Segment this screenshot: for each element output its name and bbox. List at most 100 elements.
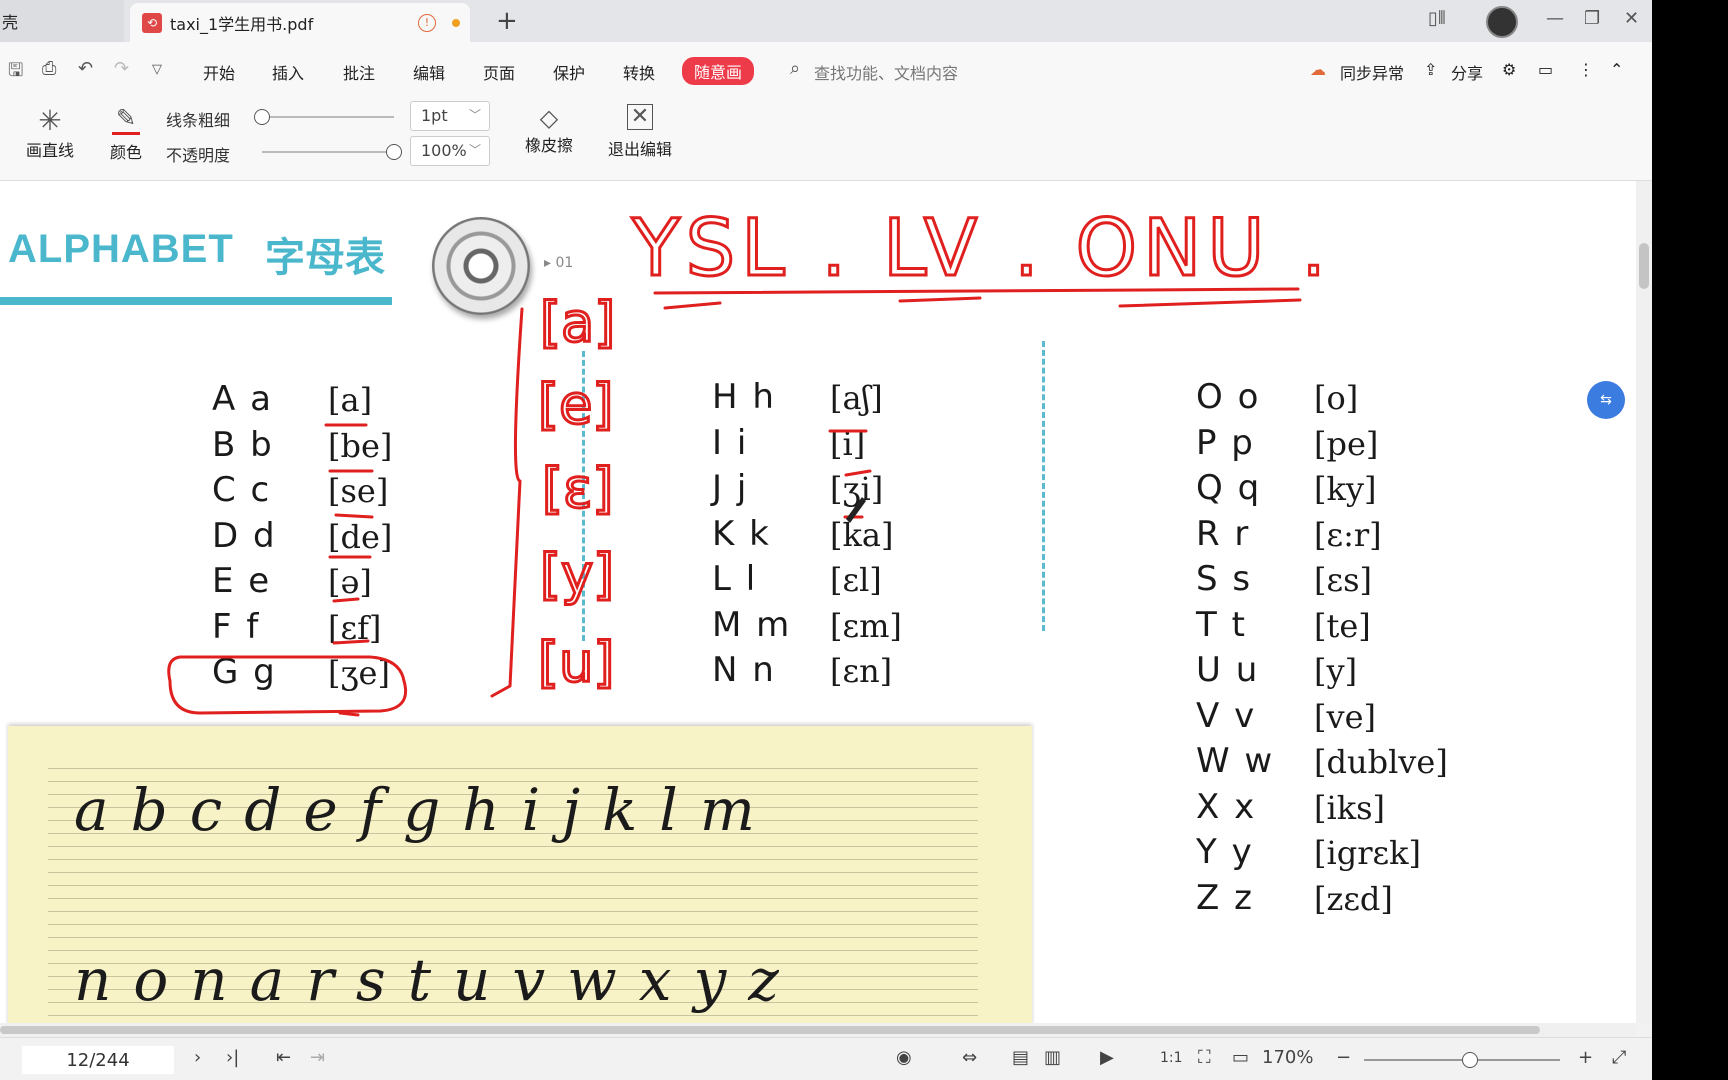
circle-gg-stroke: [167, 655, 407, 715]
pdf-file-icon: ⟲: [142, 12, 162, 33]
draw-line-label: 画直线: [25, 141, 74, 160]
menu-insert[interactable]: 插入: [272, 60, 304, 84]
underline-stroke: [332, 639, 370, 645]
menu-edit[interactable]: 编辑: [413, 60, 445, 84]
share-button[interactable]: 分享: [1451, 60, 1483, 84]
close-box-icon: ✕: [627, 104, 653, 130]
color-label: 颜色: [109, 143, 142, 162]
single-page-icon[interactable]: ▤: [1012, 1047, 1029, 1068]
line-thickness-slider[interactable]: [254, 109, 394, 125]
document-page[interactable]: ALPHABET 字母表 ▸ 01 A a [a] B b [be] C c [se] D …: [0, 181, 1636, 1023]
new-tab-button[interactable]: +: [496, 6, 518, 36]
share-icon: ⇪: [1424, 60, 1438, 79]
more-icon[interactable]: ⋮: [1578, 60, 1594, 79]
ribbon-freehand: ✳ 画直线 ✎ 颜色 线条粗细 不透明度 1pt ﹀ 100% ﹀ ◇ 橡皮擦 ✕ …: [0, 98, 1652, 181]
screen-icon[interactable]: ▭: [1232, 1047, 1249, 1068]
opacity-select[interactable]: 100% ﹀: [410, 136, 490, 166]
handwriting-vowel: [ɛ]: [542, 457, 613, 520]
underline-stroke: [898, 296, 982, 303]
underline-stroke: [332, 597, 360, 603]
draw-line-button[interactable]: ✳ 画直线: [20, 104, 80, 161]
exit-edit-label: 退出编辑: [607, 140, 672, 159]
tab-bar: 壳 ⟲ taxi_1学生用书.pdf ! + ▯⦀ — ❐ ✕: [0, 0, 1652, 42]
underline-stroke: [338, 711, 360, 717]
exit-edit-button[interactable]: ✕ 退出编辑: [604, 104, 676, 160]
status-bar: 12/244 › ›| ⇤ ⇥ ◉ ⇔ ▤ ▥ ▶ 1:1 ⛶ ▭ 170% −…: [0, 1037, 1652, 1080]
opacity-slider[interactable]: [262, 144, 402, 160]
tab-active-document[interactable]: ⟲ taxi_1学生用书.pdf !: [130, 3, 470, 42]
screen-edge: [1652, 0, 1728, 1080]
menu-annotate[interactable]: 批注: [343, 60, 375, 84]
underline-stroke: [663, 301, 722, 310]
vertical-scroll-thumb[interactable]: [1639, 243, 1649, 289]
menu-freehand[interactable]: 随意画: [682, 57, 755, 85]
last-page-icon[interactable]: ›|: [226, 1047, 239, 1068]
zoom-out-icon[interactable]: −: [1336, 1047, 1351, 1068]
underline-stroke: [334, 513, 374, 519]
menu-protect[interactable]: 保护: [553, 60, 585, 84]
prev-view-icon[interactable]: ⇤: [276, 1047, 291, 1068]
line-thickness-select[interactable]: 1pt ﹀: [410, 101, 490, 131]
settings-icon[interactable]: ⚙: [1502, 60, 1516, 79]
vowel-bracket-stroke: [490, 307, 524, 698]
collapse-ribbon-icon[interactable]: ⌃: [1610, 60, 1623, 79]
fit-width-icon[interactable]: ⇔: [962, 1047, 977, 1068]
zoom-level[interactable]: 170%: [1262, 1047, 1313, 1068]
warning-icon[interactable]: !: [418, 13, 436, 32]
handwriting-top: YSL . LV . ONU .: [631, 204, 1332, 294]
actual-size-icon[interactable]: 1:1: [1160, 1050, 1183, 1066]
save-icon[interactable]: 🖫: [8, 58, 23, 88]
undo-icon[interactable]: ↶: [78, 58, 93, 79]
zoom-in-icon[interactable]: +: [1578, 1047, 1593, 1068]
pen-icon: ✎: [112, 104, 140, 135]
sync-status-button[interactable]: 同步异常: [1340, 60, 1404, 84]
menu-bar: 🖫 ⎙ ↶ ↷ ▽ 开始 插入 批注 编辑 页面 保护 转换 随意画 ⌕ 查找功…: [0, 42, 1652, 98]
eraser-icon: ◇: [539, 104, 559, 132]
menu-page[interactable]: 页面: [483, 60, 515, 84]
tab-previous[interactable]: 壳: [0, 0, 124, 42]
menu-convert[interactable]: 转换: [623, 60, 655, 84]
horizontal-scroll-thumb[interactable]: [0, 1026, 1540, 1034]
floating-convert-button[interactable]: ⇆: [1587, 381, 1625, 419]
next-view-icon[interactable]: ⇥: [310, 1047, 325, 1068]
sparkle-icon: ✳: [38, 104, 62, 137]
chevron-down-icon: ﹀: [468, 108, 481, 122]
next-page-icon[interactable]: ›: [194, 1047, 201, 1068]
zoom-slider-knob[interactable]: [1462, 1052, 1478, 1068]
pen-cursor-icon: [846, 497, 866, 523]
line-thickness-value: 1pt: [421, 106, 448, 125]
search-icon[interactable]: ⌕: [790, 58, 800, 79]
horizontal-scrollbar[interactable]: [0, 1023, 1636, 1037]
unsaved-dot-icon: [452, 18, 460, 27]
handwriting-vowel: [a]: [540, 291, 615, 354]
search-input[interactable]: 查找功能、文档内容: [814, 60, 958, 84]
eye-protect-icon[interactable]: ◉: [896, 1047, 912, 1068]
restore-icon[interactable]: ❐: [1584, 8, 1600, 29]
redo-icon[interactable]: ↷: [114, 58, 129, 79]
opacity-value: 100%: [421, 141, 467, 160]
color-button[interactable]: ✎ 颜色: [100, 104, 152, 163]
fit-page-icon[interactable]: ⛶: [1198, 1047, 1211, 1068]
comment-icon[interactable]: ▭: [1538, 60, 1553, 79]
eraser-button[interactable]: ◇ 橡皮擦: [514, 104, 584, 156]
opacity-label: 不透明度: [166, 146, 231, 165]
handwriting-vowel: [e]: [538, 373, 613, 436]
page-number-input[interactable]: 12/244: [22, 1046, 174, 1074]
menu-start[interactable]: 开始: [203, 60, 235, 84]
underline-stroke: [844, 469, 872, 477]
vertical-scrollbar[interactable]: [1636, 181, 1652, 1023]
page-count-icon[interactable]: ▯⦀: [1428, 8, 1446, 29]
close-icon[interactable]: ✕: [1624, 8, 1639, 29]
line-thickness-label: 线条粗细: [166, 111, 231, 130]
two-page-icon[interactable]: ▥: [1044, 1047, 1061, 1068]
play-icon[interactable]: ▶: [1100, 1047, 1114, 1068]
fullscreen-icon[interactable]: ⤢: [1612, 1047, 1626, 1068]
line-thickness-knob[interactable]: [254, 109, 270, 125]
opacity-knob[interactable]: [386, 144, 402, 160]
pdf-reader-window: 壳 ⟲ taxi_1学生用书.pdf ! + ▯⦀ — ❐ ✕ 🖫 ⎙ ↶ ↷ …: [0, 0, 1652, 1080]
eraser-label: 橡皮擦: [524, 136, 573, 155]
print-icon[interactable]: ⎙: [42, 58, 56, 79]
quick-access-dropdown-icon[interactable]: ▽: [152, 62, 162, 77]
minimize-icon[interactable]: —: [1546, 8, 1564, 29]
avatar[interactable]: [1486, 6, 1518, 38]
